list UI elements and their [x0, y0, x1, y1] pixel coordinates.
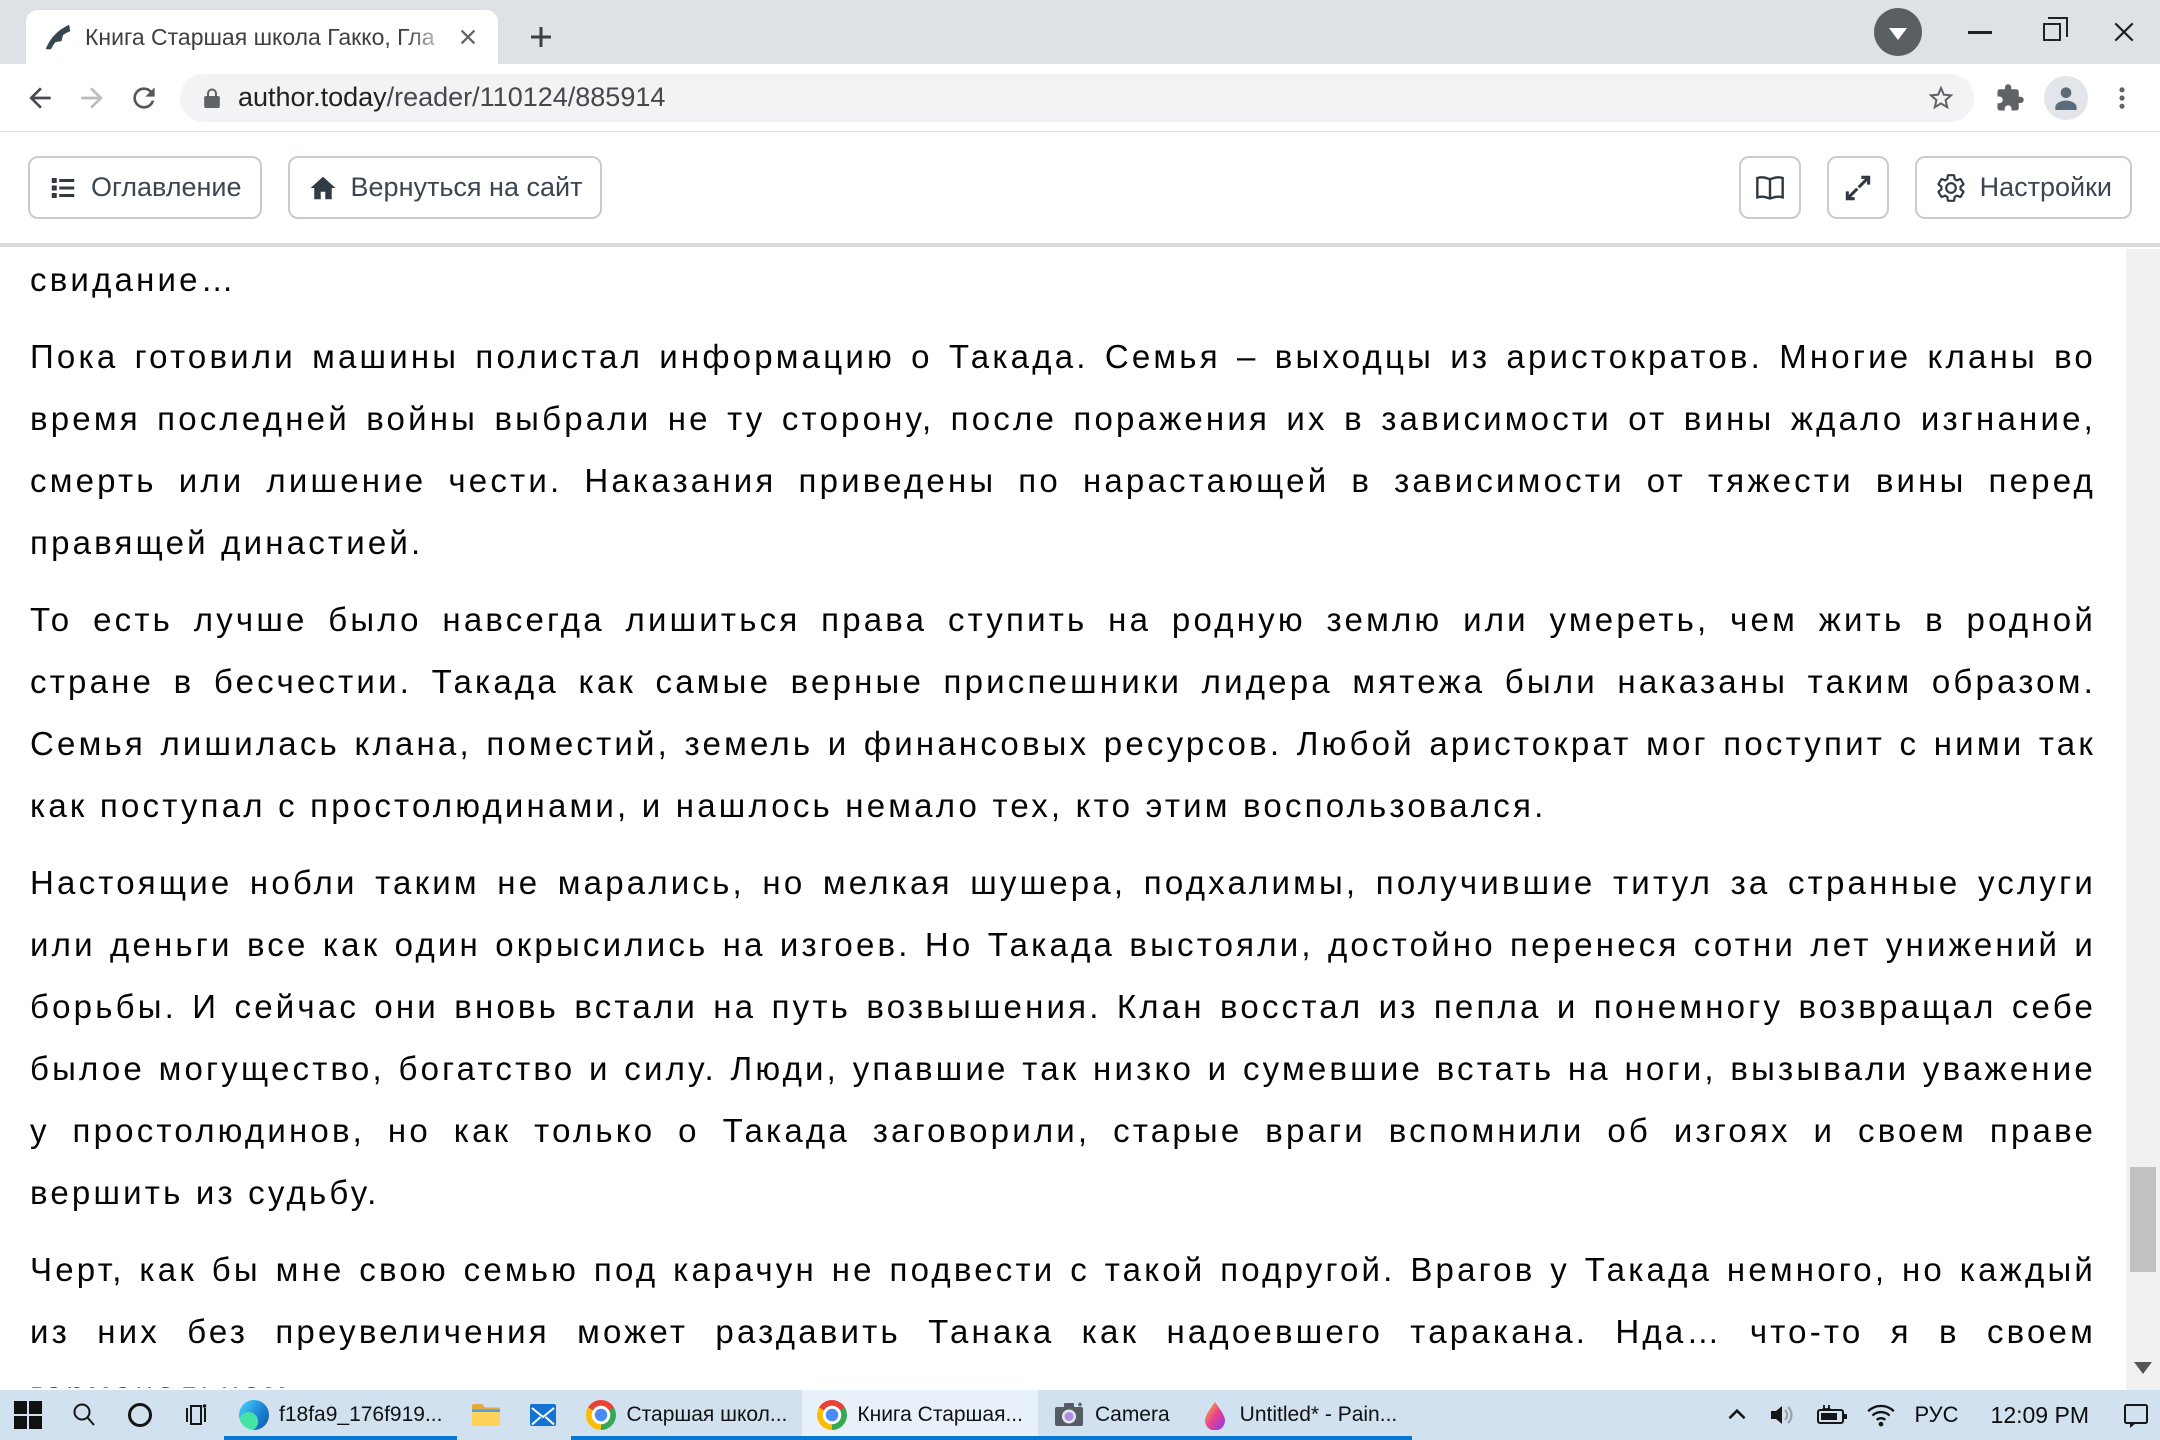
scrollbar-down-arrow[interactable]	[2134, 1362, 2152, 1374]
restore-icon	[2043, 23, 2061, 41]
extensions-icon[interactable]	[1984, 72, 2036, 124]
fullscreen-button[interactable]	[1827, 156, 1889, 219]
paragraph: Пока готовили машины полистал информацию…	[30, 326, 2096, 574]
back-to-site-button[interactable]: Вернуться на сайт	[288, 156, 603, 219]
minimize-icon	[1968, 31, 1992, 34]
search-icon	[70, 1401, 98, 1429]
tray-chevron-button[interactable]	[1715, 1390, 1759, 1440]
window-minimize-button[interactable]	[1944, 0, 2016, 64]
tray-clock[interactable]: 12:09 PM	[1968, 1390, 2112, 1440]
paragraph: Черт, как бы мне свою семью под карачун …	[30, 1239, 2096, 1388]
tray-volume-button[interactable]	[1759, 1390, 1807, 1440]
tab-close-icon[interactable]	[452, 21, 484, 53]
reader-toolbar: Оглавление Вернуться на сайт Настройки	[0, 132, 2160, 247]
window-close-button[interactable]	[2088, 0, 2160, 64]
browser-toolbar: author.today/reader/110124/885914	[0, 64, 2160, 132]
screen: Книга Старшая школа Гакко, Гла	[0, 0, 2160, 1440]
running-indicator	[802, 1436, 1038, 1440]
profile-avatar[interactable]	[2044, 76, 2088, 120]
running-indicator	[1038, 1436, 1185, 1440]
home-icon	[308, 173, 338, 203]
tab-title: Книга Старшая школа Гакко, Гла	[85, 24, 435, 50]
reload-button[interactable]	[118, 72, 170, 124]
system-tray: РУС 12:09 PM	[1715, 1390, 2160, 1440]
speaker-icon	[1768, 1401, 1798, 1429]
taskbar-app-chrome-1[interactable]: Старшая школ...	[571, 1390, 802, 1440]
new-tab-button[interactable]	[520, 16, 562, 58]
chevron-up-icon	[1724, 1402, 1750, 1428]
wifi-icon	[1866, 1402, 1896, 1428]
taskbar-app-camera[interactable]: Camera	[1038, 1390, 1185, 1440]
running-indicator	[224, 1436, 457, 1440]
mail-icon	[528, 1400, 558, 1430]
taskbar-app-mail[interactable]	[515, 1390, 571, 1440]
tray-language-indicator[interactable]: РУС	[1905, 1390, 1967, 1440]
settings-button[interactable]: Настройки	[1915, 156, 2132, 219]
url-domain: author.today	[238, 82, 387, 112]
expand-icon	[1842, 172, 1874, 204]
tray-wifi-button[interactable]	[1857, 1390, 1905, 1440]
task-view-icon	[182, 1401, 210, 1429]
battery-charging-icon	[1816, 1401, 1848, 1429]
page-scrollbar[interactable]	[2126, 249, 2160, 1390]
taskbar-app-paint3d[interactable]: Untitled* - Pain...	[1185, 1390, 1413, 1440]
chrome-icon	[586, 1400, 616, 1430]
camera-icon	[1053, 1399, 1085, 1431]
edge-icon	[239, 1400, 269, 1430]
toc-button[interactable]: Оглавление	[28, 156, 262, 219]
running-indicator	[571, 1436, 802, 1440]
reading-mode-button[interactable]	[1739, 156, 1801, 219]
url-text[interactable]: author.today/reader/110124/885914	[238, 82, 665, 113]
address-bar[interactable]: author.today/reader/110124/885914	[180, 74, 1974, 122]
paragraph: То есть лучше было навсегда лишиться пра…	[30, 589, 2096, 837]
taskbar: f18fa9_176f919... Старшая школ... Книга …	[0, 1390, 2160, 1440]
lock-icon	[200, 86, 224, 110]
list-icon	[48, 173, 78, 203]
back-button[interactable]	[14, 72, 66, 124]
browser-menu-icon[interactable]	[2096, 72, 2148, 124]
forward-button[interactable]	[66, 72, 118, 124]
cortana-icon	[128, 1403, 152, 1427]
close-icon	[2111, 19, 2137, 45]
action-center-button[interactable]	[2112, 1390, 2160, 1440]
action-center-icon	[2121, 1400, 2151, 1430]
book-text: свидание… Пока готовили машины полистал …	[0, 247, 2160, 1388]
author-today-favicon-icon	[44, 23, 72, 51]
open-book-icon	[1754, 172, 1786, 204]
folder-icon	[470, 1399, 502, 1431]
tab-search-button[interactable]	[1874, 8, 1922, 56]
gear-icon	[1935, 172, 1967, 204]
back-to-site-label: Вернуться на сайт	[351, 172, 583, 203]
window-controls	[1874, 0, 2160, 64]
settings-button-label: Настройки	[1980, 172, 2112, 203]
toc-button-label: Оглавление	[91, 172, 242, 203]
windows-logo-icon	[14, 1401, 42, 1429]
start-button[interactable]	[0, 1390, 56, 1440]
browser-tab-strip: Книга Старшая школа Гакко, Гла	[0, 0, 2160, 64]
taskbar-app-chrome-2[interactable]: Книга Старшая...	[802, 1390, 1038, 1440]
chrome-icon	[817, 1400, 847, 1430]
paragraph: Настоящие нобли таким не марались, но ме…	[30, 852, 2096, 1224]
paragraph: свидание…	[30, 249, 2096, 311]
running-indicator	[1185, 1436, 1413, 1440]
browser-tab[interactable]: Книга Старшая школа Гакко, Гла	[26, 10, 498, 64]
cortana-button[interactable]	[112, 1390, 168, 1440]
paint3d-icon	[1200, 1400, 1230, 1430]
task-view-button[interactable]	[168, 1390, 224, 1440]
tab-title-fade	[406, 22, 452, 52]
tray-battery-button[interactable]	[1807, 1390, 1857, 1440]
url-path: /reader/110124/885914	[387, 82, 666, 112]
person-icon	[2050, 82, 2082, 114]
window-restore-button[interactable]	[2016, 0, 2088, 64]
scrollbar-thumb[interactable]	[2130, 1167, 2156, 1272]
taskbar-app-file-explorer[interactable]	[457, 1390, 515, 1440]
bookmark-star-icon[interactable]	[1926, 83, 1956, 113]
taskbar-app-edge[interactable]: f18fa9_176f919...	[224, 1390, 457, 1440]
taskbar-search-button[interactable]	[56, 1390, 112, 1440]
caret-down-icon	[1889, 28, 1907, 40]
